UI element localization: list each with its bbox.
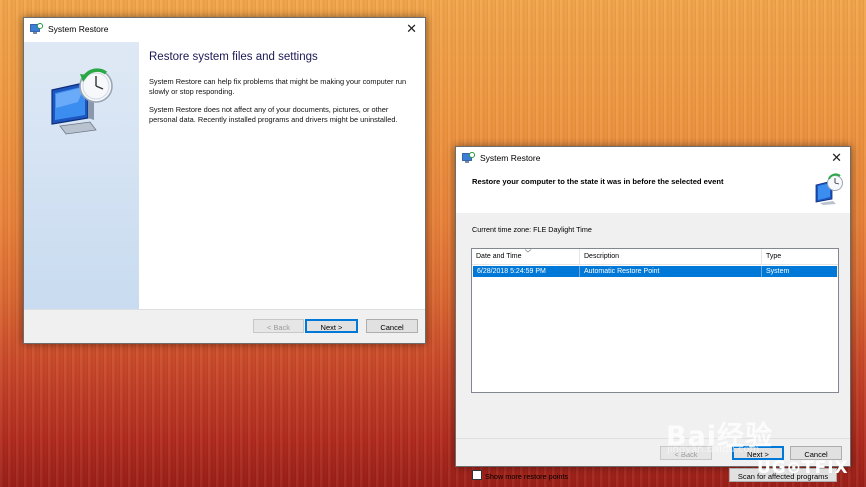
description-paragraph-2: System Restore does not affect any of yo… bbox=[149, 105, 398, 124]
wizard-header: Restore your computer to the state it wa… bbox=[456, 171, 850, 214]
next-button[interactable]: Next > bbox=[305, 319, 358, 333]
wizard-body: Current time zone: FLE Daylight Time Dat… bbox=[456, 213, 850, 482]
page-title: Restore your computer to the state it wa… bbox=[472, 177, 724, 186]
title-bar: System Restore ✕ bbox=[456, 147, 850, 171]
monitor-clock-icon bbox=[815, 173, 843, 205]
monitor-clock-icon bbox=[51, 68, 113, 135]
close-icon[interactable]: ✕ bbox=[831, 151, 842, 164]
table-header: Date and Time Description Type bbox=[472, 249, 838, 265]
timezone-label: Current time zone: FLE Daylight Time bbox=[472, 225, 592, 234]
ugetfix-watermark: UG⊙TFIX bbox=[757, 458, 849, 478]
show-more-label: Show more restore points bbox=[485, 472, 569, 481]
restore-points-table[interactable]: Date and Time Description Type 6/28/2018… bbox=[471, 248, 839, 393]
column-header-description[interactable]: Description bbox=[580, 249, 762, 264]
row-description: Automatic Restore Point bbox=[580, 266, 762, 277]
system-restore-window-1: System Restore ✕ Restore system files an… bbox=[23, 17, 426, 344]
system-restore-icon bbox=[462, 152, 475, 163]
row-type: System bbox=[766, 268, 790, 275]
sidebar-banner bbox=[24, 42, 139, 311]
show-more-checkbox[interactable] bbox=[472, 470, 482, 480]
title-bar: System Restore ✕ bbox=[24, 18, 425, 42]
system-restore-window-2: System Restore ✕ Restore your computer t… bbox=[455, 146, 851, 482]
page-title: Restore system files and settings bbox=[149, 51, 318, 63]
sort-arrow-icon bbox=[524, 249, 532, 253]
window-title: System Restore bbox=[48, 24, 109, 34]
close-icon[interactable]: ✕ bbox=[406, 22, 417, 35]
show-more-row[interactable]: Show more restore points bbox=[472, 470, 568, 481]
table-row[interactable]: 6/28/2018 5:24:59 PM Automatic Restore P… bbox=[473, 266, 837, 277]
baidu-watermark-url: jingyan.baidu.com bbox=[667, 444, 760, 455]
button-bar: < Back Next > Cancel bbox=[24, 309, 425, 343]
window-title: System Restore bbox=[480, 153, 541, 163]
system-restore-icon bbox=[30, 23, 43, 34]
back-button[interactable]: < Back bbox=[253, 319, 304, 333]
cancel-button[interactable]: Cancel bbox=[366, 319, 418, 333]
column-header-type[interactable]: Type bbox=[762, 249, 836, 264]
row-date: 6/28/2018 5:24:59 PM bbox=[473, 266, 580, 277]
description-paragraph-1: System Restore can help fix problems tha… bbox=[149, 77, 407, 96]
content-area: Restore system files and settings System… bbox=[149, 42, 415, 133]
